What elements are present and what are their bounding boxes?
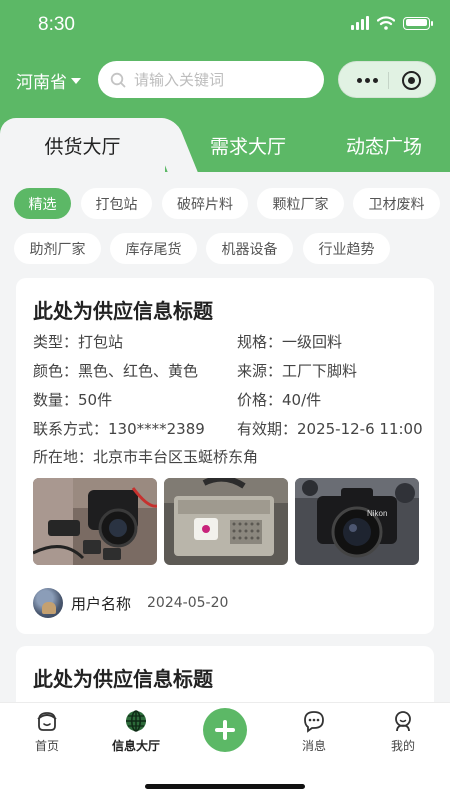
post-photo-nikon-camera[interactable]: Nikon <box>295 478 419 565</box>
tab-demand-hall[interactable]: 需求大厅 <box>178 118 318 173</box>
more-icon[interactable] <box>357 78 378 83</box>
tab-activity-square[interactable]: 动态广场 <box>318 118 450 173</box>
tab-info-hall[interactable]: 信息大厅 <box>101 709 171 754</box>
category-chip-pellets[interactable]: 颗粒厂家 <box>257 188 344 219</box>
search-input[interactable] <box>134 70 314 89</box>
user-name: 用户名称 <box>71 594 132 613</box>
mini-program-capsule <box>338 61 436 98</box>
category-chip-additives[interactable]: 助剂厂家 <box>14 233 101 264</box>
post-contact: 联系方式：130****2389 <box>33 420 205 438</box>
post-type: 类型：打包站 <box>33 333 124 351</box>
category-chip-trends[interactable]: 行业趋势 <box>303 233 390 264</box>
hall-tabs: 供货大厅 需求大厅 动态广场 <box>0 118 450 173</box>
profile-icon <box>395 711 411 732</box>
post-photo-metal-box[interactable] <box>164 478 288 565</box>
post-user-row[interactable]: 用户名称 2024-05-20 <box>33 588 228 618</box>
header-row: 河南省 <box>0 60 450 100</box>
tab-info-hall-label: 信息大厅 <box>111 739 160 753</box>
tab-profile[interactable]: 我的 <box>368 709 438 754</box>
status-icons <box>351 16 433 30</box>
post-photo-camera-kit[interactable] <box>33 478 157 565</box>
post-spec: 规格：一级回料 <box>237 333 343 351</box>
signal-icon <box>351 16 369 30</box>
post-title: 此处为供应信息标题 <box>33 667 213 691</box>
status-time: 8:30 <box>38 14 75 35</box>
tab-profile-label: 我的 <box>390 739 415 753</box>
search-icon <box>110 72 126 87</box>
category-chip-flakes[interactable]: 破碎片料 <box>162 188 248 219</box>
home-face-icon <box>37 712 57 731</box>
post-location: 所在地：北京市丰台区玉蜓桥东角 <box>33 448 259 466</box>
globe-icon <box>126 710 146 732</box>
category-chip-sanitary-waste[interactable]: 卫材废料 <box>353 188 440 219</box>
category-chip-baler[interactable]: 打包站 <box>81 188 152 219</box>
post-title: 此处为供应信息标题 <box>33 299 213 323</box>
tab-home-label: 首页 <box>34 739 59 753</box>
post-quantity: 数量：50件 <box>33 391 113 409</box>
chat-icon <box>304 711 324 733</box>
category-chip-machines[interactable]: 机器设备 <box>206 233 293 264</box>
tab-messages[interactable]: 消息 <box>279 709 349 754</box>
wifi-icon <box>377 16 395 30</box>
category-chip-stock[interactable]: 库存尾货 <box>110 233 197 264</box>
publish-plus-button[interactable] <box>203 708 247 752</box>
tab-supply-hall[interactable]: 供货大厅 <box>0 118 165 173</box>
status-bar: 8:30 <box>0 0 450 50</box>
tab-messages-label: 消息 <box>301 739 326 753</box>
category-chip-featured[interactable]: 精选 <box>14 188 71 219</box>
province-label: 河南省 <box>16 73 67 93</box>
post-date: 2024-05-20 <box>147 595 229 611</box>
battery-icon <box>403 16 433 30</box>
post-price: 价格：40/件 <box>237 391 322 409</box>
tab-home[interactable]: 首页 <box>12 709 82 754</box>
province-selector[interactable]: 河南省 <box>16 68 81 93</box>
home-indicator <box>145 784 305 789</box>
post-color: 颜色：黑色、红色、黄色 <box>33 362 199 380</box>
caret-down-icon <box>71 77 81 84</box>
supply-post-card[interactable]: 此处为供应信息标题 类型：打包站 规格：一级回料 颜色：黑色、红色、黄色 来源：… <box>16 278 434 634</box>
capsule-divider <box>388 72 389 89</box>
svg-text:Nikon: Nikon <box>367 509 387 518</box>
post-source: 来源：工厂下脚料 <box>237 362 358 380</box>
close-target-icon[interactable] <box>402 71 421 90</box>
avatar[interactable] <box>33 588 63 618</box>
search-box[interactable] <box>98 61 324 98</box>
post-validity: 有效期：2025-12-6 11:00 <box>237 420 423 438</box>
